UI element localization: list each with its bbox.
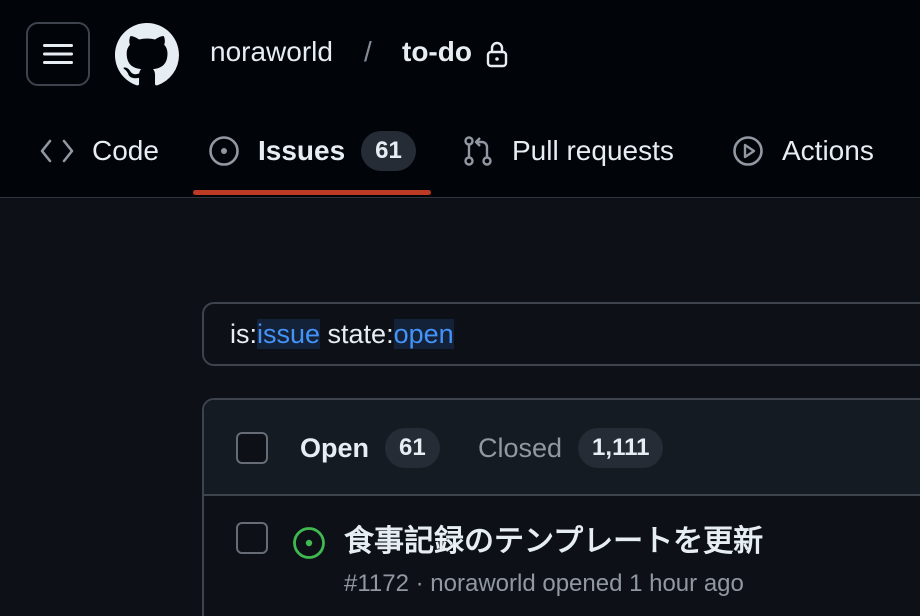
search-qualifier-value: open <box>393 319 454 349</box>
repo-owner-link[interactable]: noraworld <box>210 36 333 68</box>
issues-list: Open 61 Closed 1,111 食事記録のテンプレートを更新 #117… <box>202 398 920 616</box>
list-item: 食事記録のテンプレートを更新 #1172 · noraworld opened … <box>204 496 920 616</box>
play-icon <box>733 136 763 166</box>
repo-name-link[interactable]: to-do <box>402 36 472 68</box>
filter-closed-issues[interactable]: Closed 1,111 <box>478 428 664 468</box>
issues-count-badge: 61 <box>361 131 416 171</box>
closed-label: Closed <box>478 432 563 463</box>
repo-header: noraworld / to-do Code Issues 61 Pull re… <box>0 0 920 198</box>
git-pull-request-icon <box>464 136 492 166</box>
issues-list-header: Open 61 Closed 1,111 <box>204 400 920 496</box>
search-qualifier-key: state: <box>320 319 394 349</box>
code-icon <box>40 139 74 163</box>
open-label: Open <box>300 432 370 463</box>
filter-open-issues[interactable]: Open 61 <box>300 428 440 468</box>
tab-code[interactable]: Code <box>40 128 159 174</box>
tab-actions-label: Actions <box>782 135 874 166</box>
select-all-checkbox[interactable] <box>236 432 268 464</box>
active-tab-underline <box>193 190 431 195</box>
tab-actions[interactable]: Actions <box>732 128 874 174</box>
open-count-badge: 61 <box>385 428 440 468</box>
tab-pull-requests-label: Pull requests <box>512 135 674 166</box>
issue-checkbox[interactable] <box>236 522 268 554</box>
search-qualifier-key: is: <box>230 319 257 349</box>
tab-issues[interactable]: Issues 61 <box>208 128 416 174</box>
hamburger-menu-button[interactable] <box>26 22 90 86</box>
issue-meta: #1172 · noraworld opened 1 hour ago <box>344 570 744 597</box>
breadcrumb-separator: / <box>364 36 372 67</box>
lock-icon <box>486 41 508 68</box>
issue-opened-icon <box>293 527 325 559</box>
tab-pull-requests[interactable]: Pull requests <box>462 128 674 174</box>
tab-issues-label: Issues <box>258 135 346 166</box>
closed-count-badge: 1,111 <box>578 428 664 468</box>
search-qualifier-value: issue <box>257 319 321 349</box>
github-logo-icon[interactable] <box>115 23 179 87</box>
tab-code-label: Code <box>92 135 159 166</box>
hamburger-icon <box>43 44 73 64</box>
issue-search-input[interactable]: is:issue state:open <box>202 302 920 366</box>
issue-opened-icon <box>209 136 239 166</box>
issue-title-link[interactable]: 食事記録のテンプレートを更新 <box>344 516 763 560</box>
